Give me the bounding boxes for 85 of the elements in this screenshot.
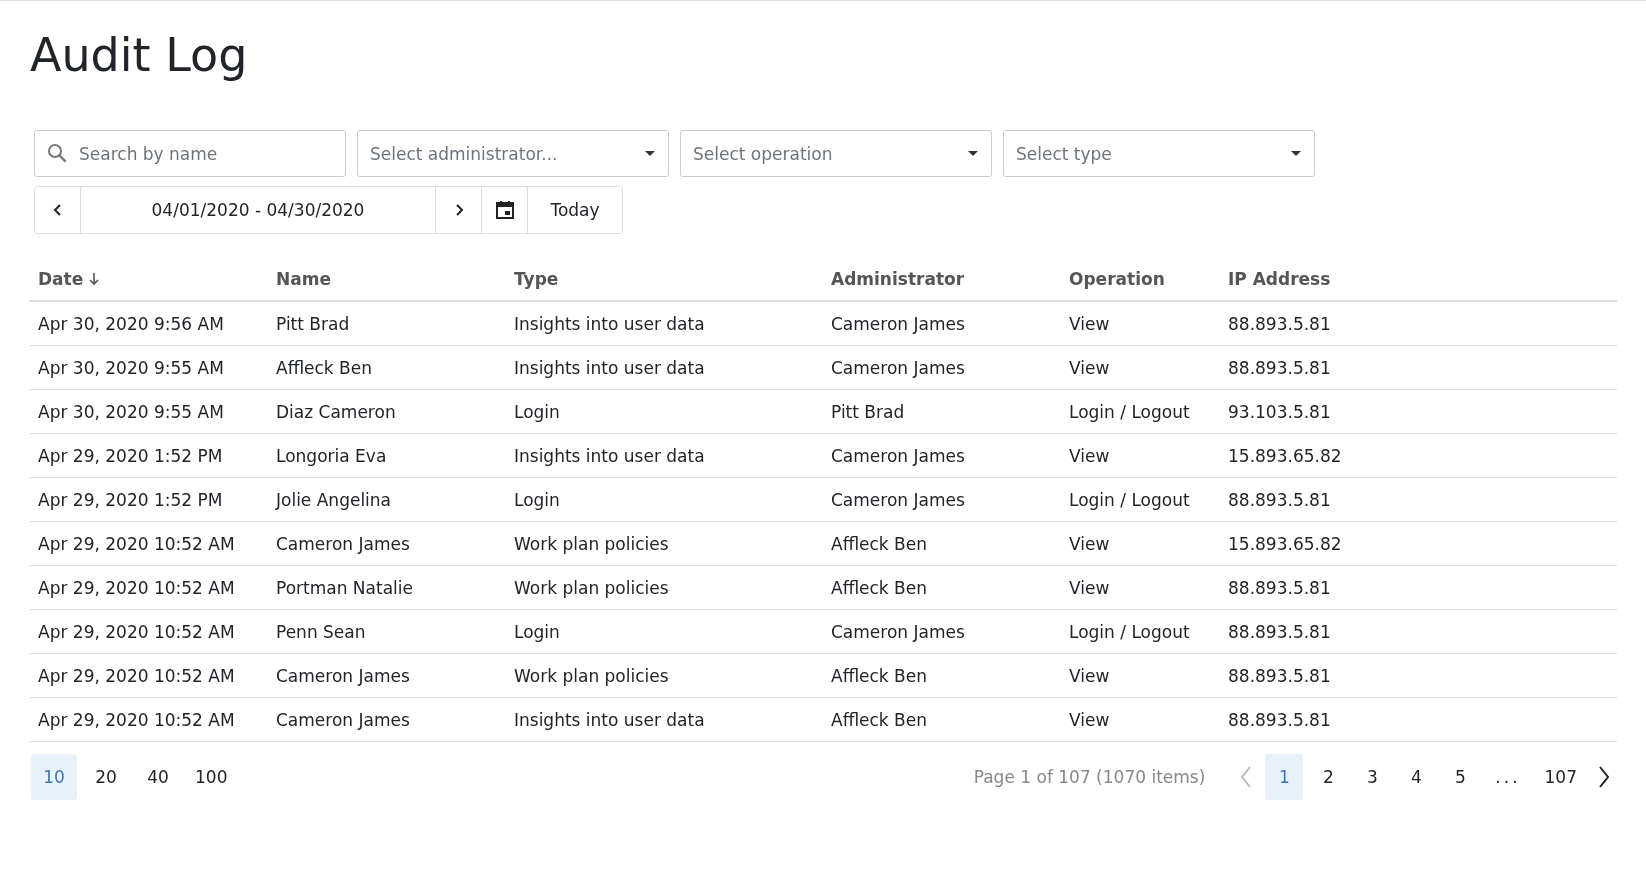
table-cell: Cameron James [831, 489, 965, 510]
table-cell: View [1069, 533, 1110, 554]
table-cell: 88.893.5.81 [1228, 357, 1331, 378]
table-cell: Jolie Angelina [276, 489, 391, 510]
select-dropdown[interactable]: Select administrator... [357, 130, 669, 177]
calendar-icon [494, 200, 515, 220]
search-field[interactable]: Search by name [34, 130, 346, 177]
table-cell: Apr 29, 2020 10:52 AM [38, 665, 235, 686]
caret-icon [1290, 150, 1302, 157]
table-cell: Work plan policies [514, 533, 669, 554]
page-button[interactable]: 1 [1265, 754, 1304, 800]
table-cell: Cameron James [276, 533, 410, 554]
table-cell: Cameron James [831, 445, 965, 466]
table-cell: Apr 29, 2020 10:52 AM [38, 533, 235, 554]
table-cell: Affleck Ben [831, 665, 927, 686]
column-header[interactable]: Name [276, 269, 331, 289]
table-cell: Apr 29, 2020 10:52 AM [38, 709, 235, 730]
table-cell: 88.893.5.81 [1228, 577, 1331, 598]
table-cell: Apr 29, 2020 1:52 PM [38, 445, 223, 466]
column-header[interactable]: IP Address [1228, 269, 1331, 289]
table-cell: Affleck Ben [276, 357, 372, 378]
chevron-left-icon [52, 203, 63, 217]
search-icon [47, 143, 67, 163]
ellipsis: ... [1494, 767, 1522, 787]
table-cell: 88.893.5.81 [1228, 665, 1331, 686]
previous-button[interactable] [35, 187, 81, 233]
table-cell: Apr 29, 2020 10:52 AM [38, 577, 235, 598]
table-cell: View [1069, 313, 1110, 334]
chevron-right-icon [453, 203, 464, 217]
table-cell: Login / Logout [1069, 621, 1190, 642]
table-cell: Insights into user data [514, 313, 705, 334]
table-cell: Work plan policies [514, 665, 669, 686]
page-size-button[interactable]: 10 [31, 754, 77, 800]
select-dropdown[interactable]: Select operation [680, 130, 992, 177]
table-cell: Diaz Cameron [276, 401, 396, 422]
table-cell: View [1069, 709, 1110, 730]
table-cell: Login [514, 401, 560, 422]
table-cell: Login / Logout [1069, 489, 1190, 510]
table-cell: Affleck Ben [831, 533, 927, 554]
table-cell: Cameron James [831, 313, 965, 334]
table-cell: Login [514, 621, 560, 642]
table-cell: 88.893.5.81 [1228, 621, 1331, 642]
table-cell: Apr 29, 2020 1:52 PM [38, 489, 223, 510]
table-cell: Login [514, 489, 560, 510]
table-cell: Insights into user data [514, 445, 705, 466]
table-cell: Insights into user data [514, 357, 705, 378]
select-dropdown[interactable]: Select type [1003, 130, 1315, 177]
table-cell: 15.893.65.82 [1228, 533, 1342, 554]
table-cell: Pitt Brad [831, 401, 905, 422]
caret-icon [967, 150, 979, 157]
table-cell: 88.893.5.81 [1228, 313, 1331, 334]
table-cell: View [1069, 665, 1110, 686]
table-cell: Login / Logout [1069, 401, 1190, 422]
table-cell: Longoria Eva [276, 445, 387, 466]
table-cell: Apr 30, 2020 9:56 AM [38, 313, 224, 334]
table-cell: Affleck Ben [831, 577, 927, 598]
table-cell: Apr 29, 2020 10:52 AM [38, 621, 235, 642]
table-cell: 88.893.5.81 [1228, 709, 1331, 730]
table-cell: View [1069, 577, 1110, 598]
caret-icon [644, 150, 656, 157]
table-cell: Affleck Ben [831, 709, 927, 730]
table-cell: Insights into user data [514, 709, 705, 730]
table-cell: Cameron James [831, 621, 965, 642]
column-header[interactable]: Operation [1069, 269, 1165, 289]
page-title: Audit Log [30, 27, 248, 84]
table-cell: 15.893.65.82 [1228, 445, 1342, 466]
table-cell: Cameron James [276, 709, 410, 730]
page-summary: Page 1 of 107 (1070 items) [973, 767, 1206, 787]
table-cell: View [1069, 357, 1110, 378]
table-cell: Pitt Brad [276, 313, 350, 334]
column-header[interactable]: Type [514, 269, 559, 289]
table-cell: Apr 30, 2020 9:55 AM [38, 357, 224, 378]
table-cell: Cameron James [831, 357, 965, 378]
chevron-right-icon [1597, 765, 1611, 789]
table-cell: View [1069, 445, 1110, 466]
table-cell: Apr 30, 2020 9:55 AM [38, 401, 224, 422]
table-cell: 93.103.5.81 [1228, 401, 1331, 422]
table-cell: Cameron James [276, 665, 410, 686]
table-cell: Portman Natalie [276, 577, 413, 598]
chevron-left-icon [1239, 765, 1254, 789]
table-cell: Work plan policies [514, 577, 669, 598]
column-header[interactable]: Administrator [831, 269, 965, 289]
table-cell: 88.893.5.81 [1228, 489, 1331, 510]
table-cell: Penn Sean [276, 621, 366, 642]
column-header[interactable]: Date [38, 269, 100, 289]
